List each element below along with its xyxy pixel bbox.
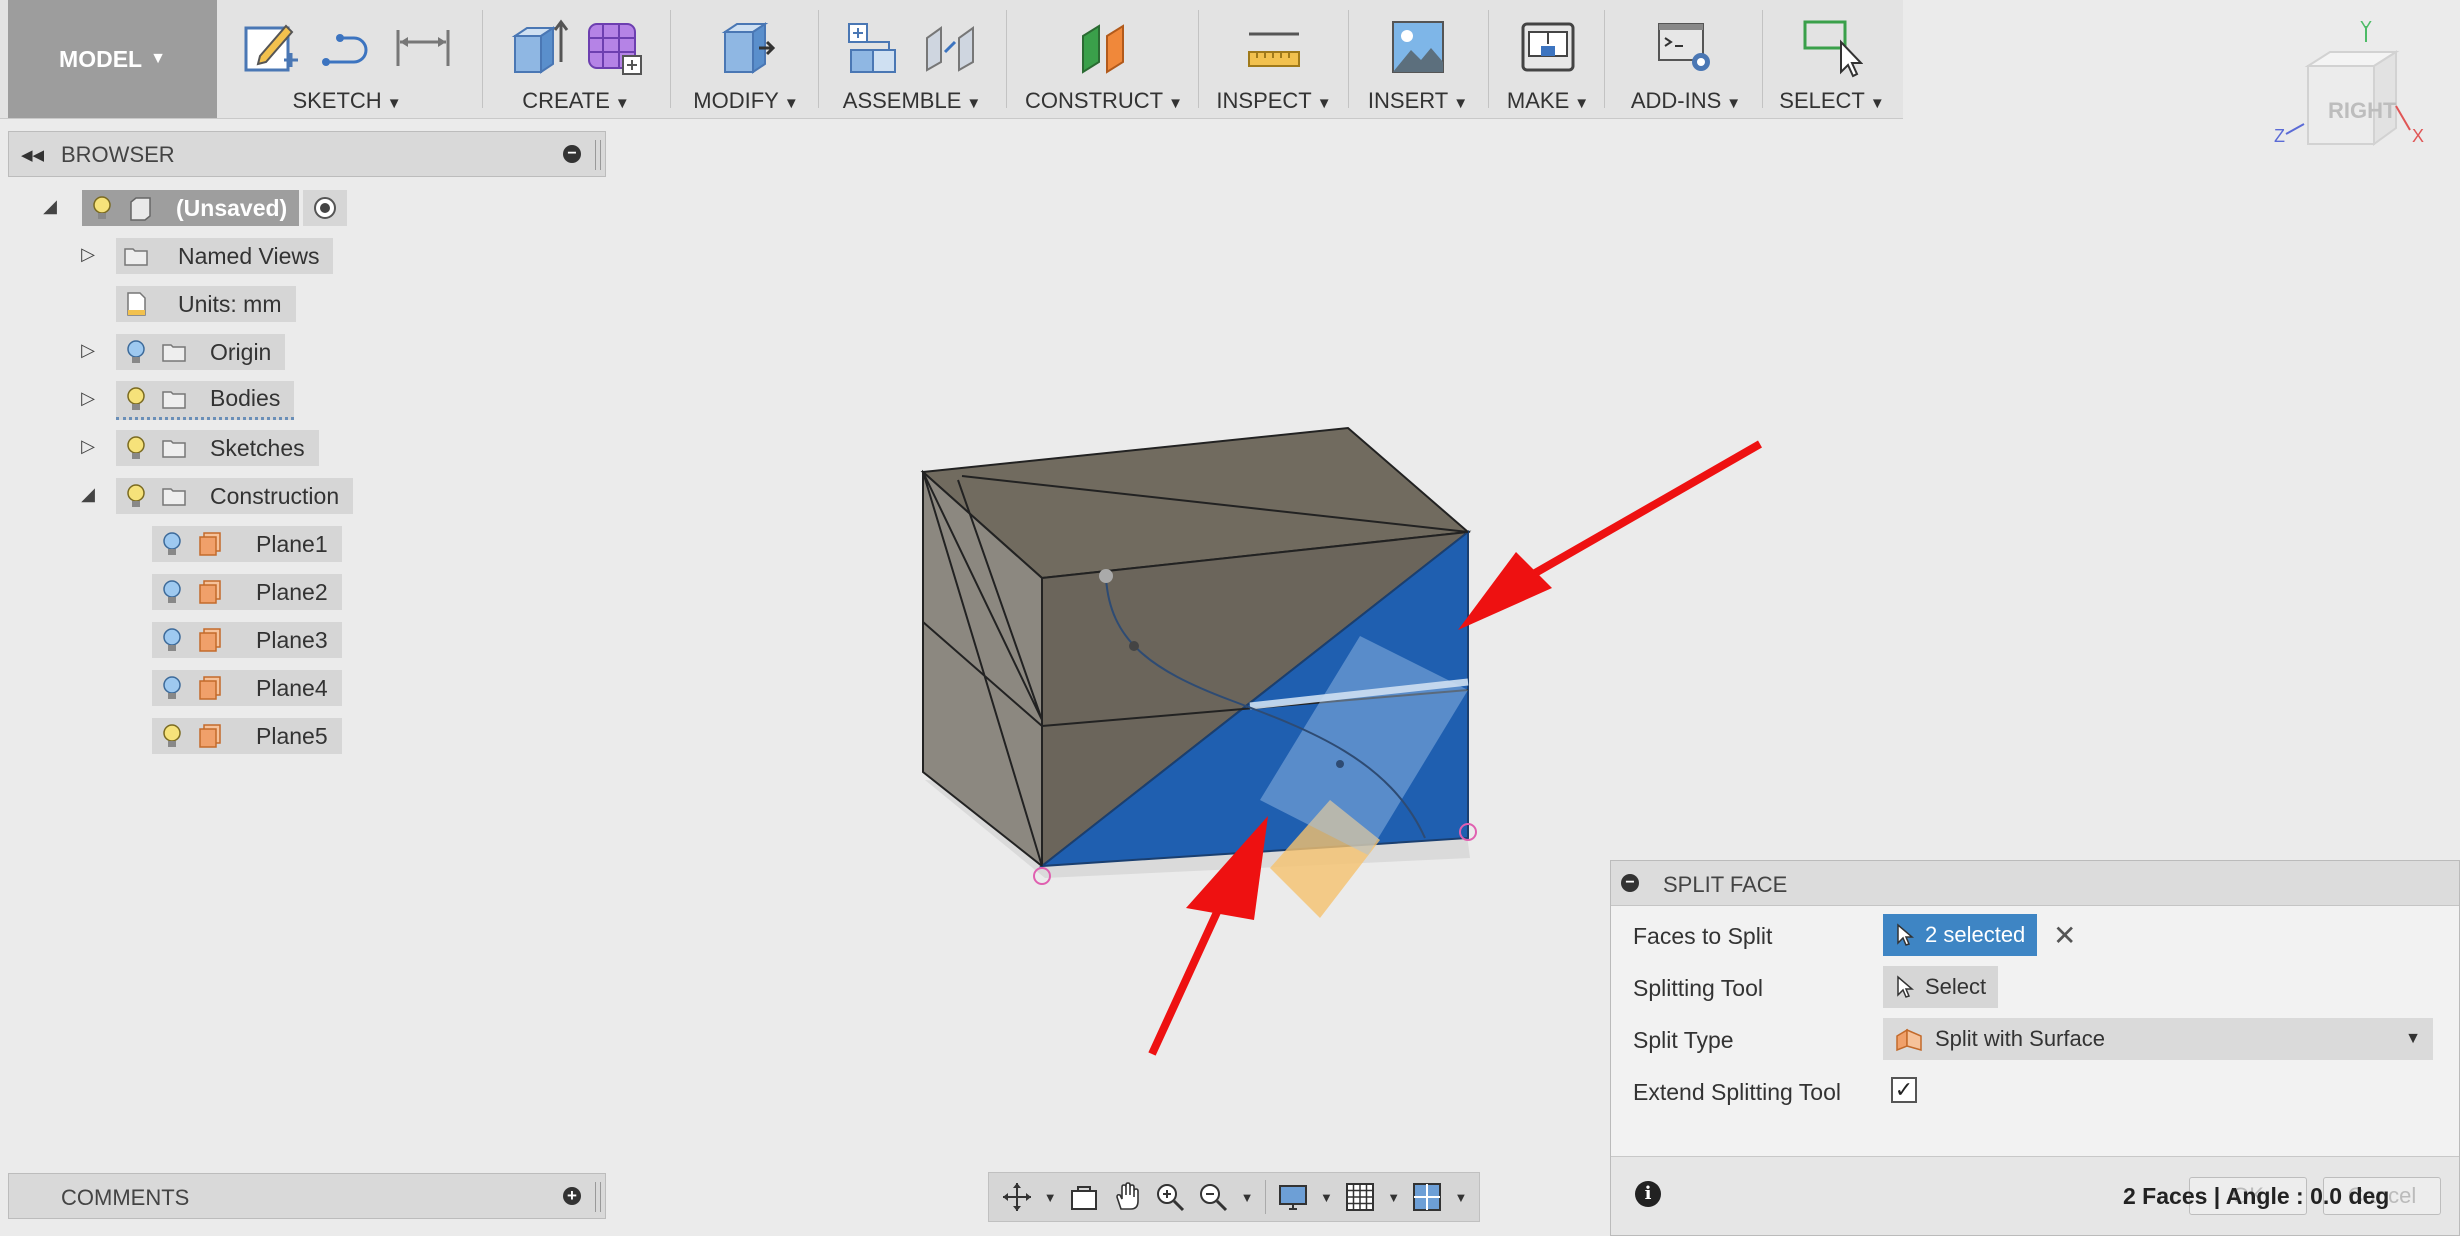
split-type-value: Split with Surface [1935, 1026, 2105, 1051]
splitting-tool-label: Splitting Tool [1633, 975, 1763, 1001]
chevron-down-icon[interactable]: ▼ [1241, 1190, 1254, 1205]
faces-to-split-row: Faces to Split 2 selected ✕ [1611, 909, 2459, 959]
zoom-window-icon[interactable] [1197, 1181, 1229, 1213]
faces-selection-button[interactable]: 2 selected [1883, 914, 2038, 956]
faces-to-split-label: Faces to Split [1633, 923, 1773, 949]
splitting-tool-row: Splitting Tool Select [1611, 961, 2459, 1011]
chevron-down-icon: ▼ [2405, 1030, 2421, 1047]
chevron-down-icon[interactable]: ▼ [1320, 1190, 1333, 1205]
chevron-down-icon[interactable]: ▼ [1455, 1190, 1468, 1205]
pan-hand-icon[interactable] [1111, 1181, 1143, 1213]
split-type-row: Split Type Split with Surface ▼ [1611, 1013, 2459, 1063]
dialog-header[interactable]: − SPLIT FACE [1611, 861, 2459, 906]
grid-icon[interactable] [1344, 1181, 1376, 1213]
extend-splitting-tool-label: Extend Splitting Tool [1633, 1079, 1841, 1105]
splitting-tool-value: Select [1925, 974, 1987, 999]
collapse-dialog-icon[interactable]: − [1621, 874, 1639, 892]
panel-grip-icon[interactable] [595, 1182, 601, 1212]
split-type-dropdown[interactable]: Split with Surface ▼ [1883, 1018, 2433, 1060]
annotation-arrow [1148, 908, 1222, 1056]
viewports-icon[interactable] [1411, 1181, 1443, 1213]
selection-status-text: 2 Faces | Angle : 0.0 deg [2123, 1183, 2390, 1209]
split-with-surface-icon [1896, 1028, 1922, 1052]
annotation-arrow [1528, 440, 1762, 580]
dialog-title: SPLIT FACE [1663, 872, 1788, 897]
cursor-arrow-icon [1897, 923, 1915, 946]
extend-splitting-tool-checkbox[interactable]: ✓ [1891, 1077, 1917, 1103]
display-settings-icon[interactable] [1277, 1181, 1309, 1213]
extend-tool-row: Extend Splitting Tool ✓ [1611, 1065, 2459, 1115]
navigation-bar: ▼ ▼ ▼ ▼ ▼ [988, 1172, 1480, 1222]
annotation-arrowhead [1458, 552, 1552, 630]
chevron-down-icon[interactable]: ▼ [1044, 1190, 1057, 1205]
faces-selected-value: 2 selected [1925, 922, 2026, 947]
dialog-footer: i OK Cancel 2 Faces | Angle : 0.0 deg [1611, 1156, 2459, 1235]
look-at-icon[interactable] [1068, 1181, 1100, 1213]
chevron-down-icon[interactable]: ▼ [1387, 1190, 1400, 1205]
cursor-arrow-icon [1897, 975, 1915, 998]
info-icon[interactable]: i [1635, 1181, 1661, 1207]
comments-panel-header[interactable]: COMMENTS + [8, 1173, 606, 1219]
zoom-icon[interactable] [1154, 1181, 1186, 1213]
orbit-icon[interactable] [1001, 1181, 1033, 1213]
clear-selection-icon[interactable]: ✕ [2053, 919, 2076, 952]
split-face-dialog: − SPLIT FACE Faces to Split 2 selected ✕… [1610, 860, 2460, 1236]
add-comment-icon[interactable]: + [563, 1187, 581, 1205]
split-type-label: Split Type [1633, 1027, 1734, 1053]
splitting-tool-select-button[interactable]: Select [1883, 966, 1999, 1008]
comments-title: COMMENTS [61, 1185, 190, 1210]
